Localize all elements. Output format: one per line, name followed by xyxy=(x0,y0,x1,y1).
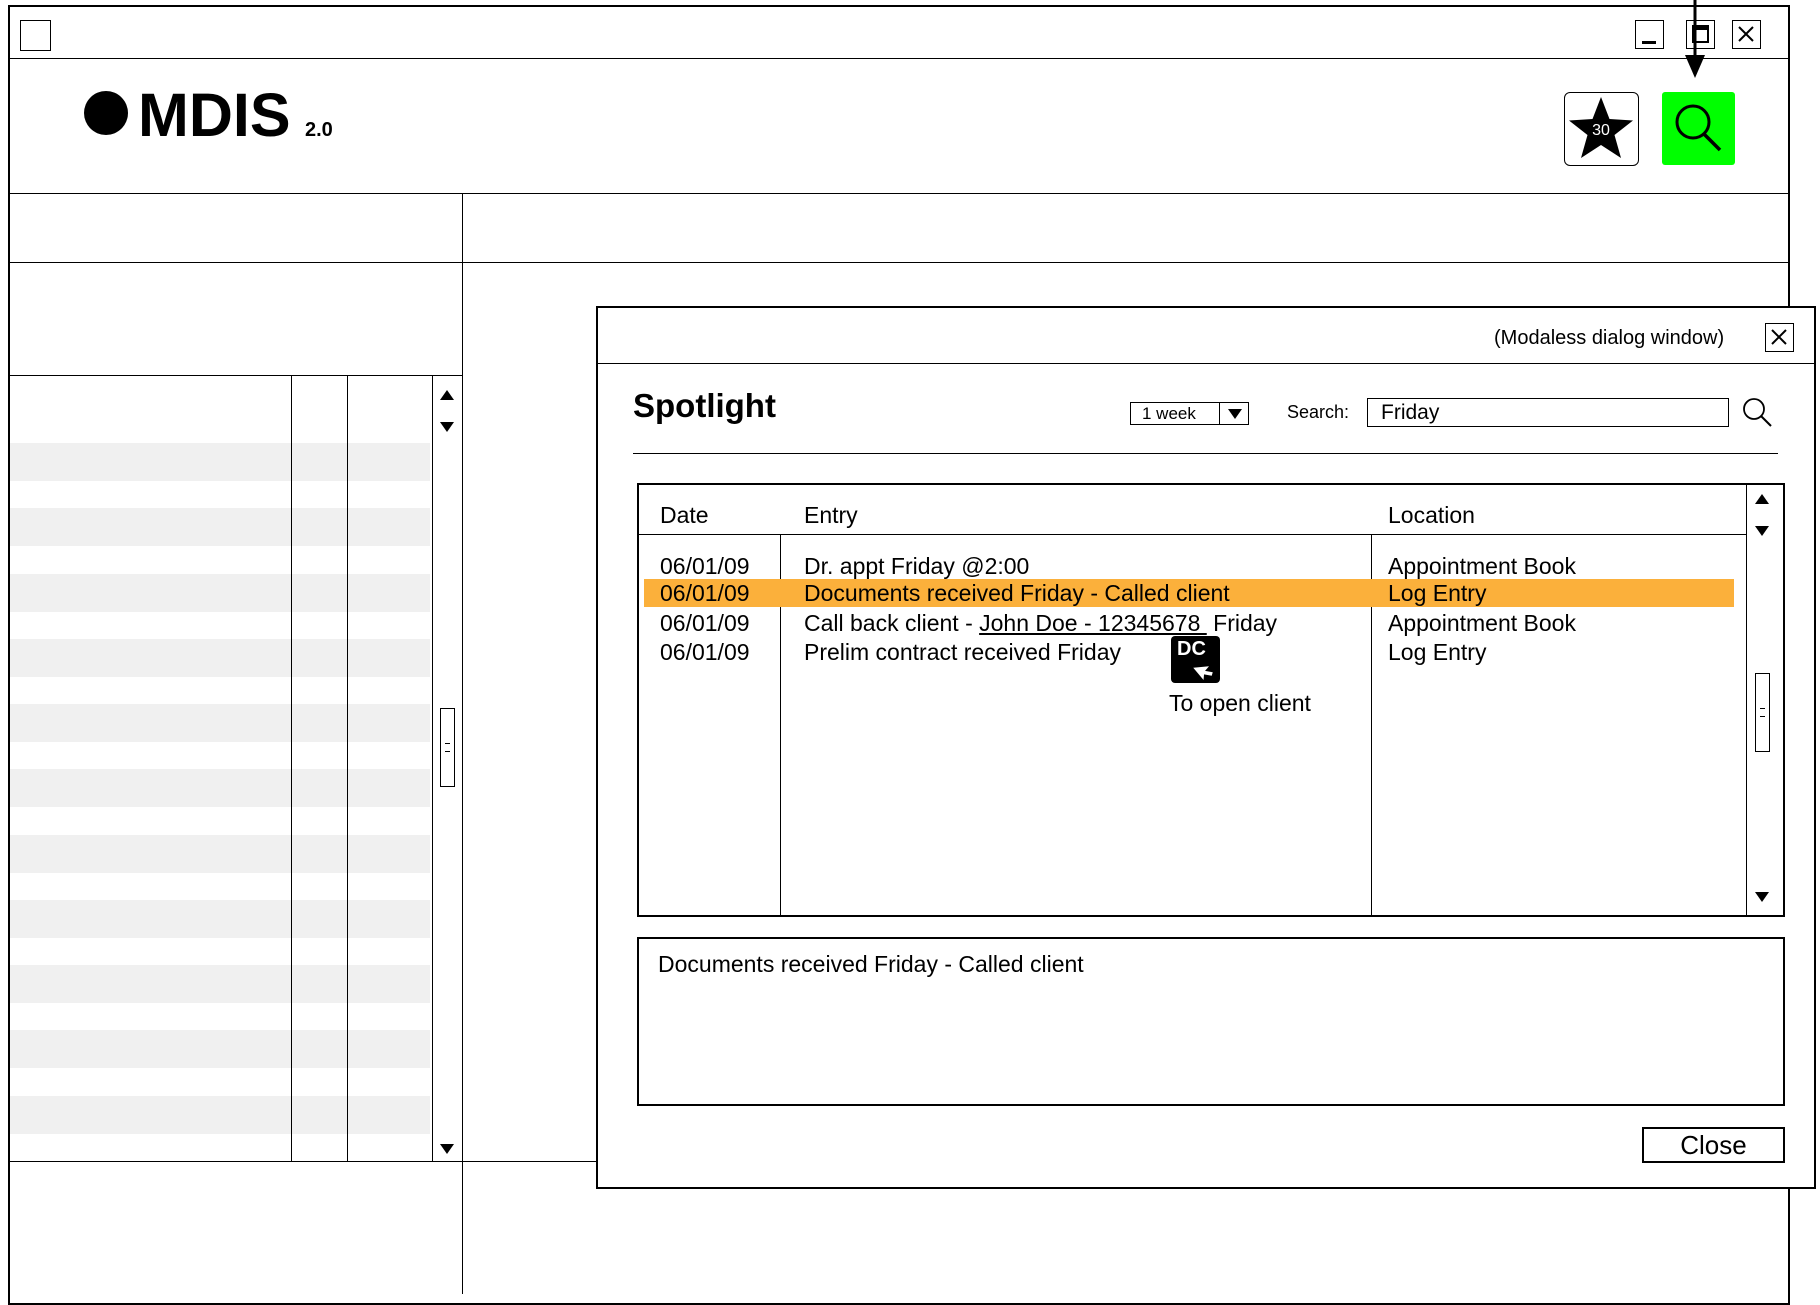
dialog-header-divider xyxy=(633,453,1778,454)
period-dropdown[interactable]: 1 week xyxy=(1130,402,1249,425)
search-icon[interactable] xyxy=(1741,396,1775,430)
table-scroll-down-arrow[interactable] xyxy=(1755,526,1769,536)
detail-text: Documents received Friday - Called clien… xyxy=(658,951,1084,977)
titlebar-divider xyxy=(9,58,1789,59)
close-icon xyxy=(1738,26,1754,42)
row-entry: Dr. appt Friday @2:00 xyxy=(804,553,1030,579)
grip-icon xyxy=(1760,708,1765,717)
table-row[interactable]: 06/01/09 Dr. appt Friday @2:00 Appointme… xyxy=(644,552,1744,580)
table-scrollbar-track xyxy=(1746,485,1747,915)
list-bottom-border xyxy=(9,1161,599,1162)
list-row[interactable] xyxy=(10,508,430,546)
logo-dot-icon xyxy=(84,91,128,135)
client-link[interactable]: John Doe - 12345678 xyxy=(979,610,1207,636)
dialog-title: Spotlight xyxy=(633,387,776,424)
left-pane-divider xyxy=(462,194,463,1294)
search-icon xyxy=(1675,104,1722,152)
double-click-cursor-icon: DC xyxy=(1171,636,1220,683)
close-button-label: Close xyxy=(1680,1130,1747,1160)
row-entry-prefix: Call back client - xyxy=(804,610,980,636)
list-row[interactable] xyxy=(10,1096,430,1134)
favorites-count: 30 xyxy=(1592,122,1610,139)
row-location: Log Entry xyxy=(1388,639,1487,665)
detail-panel: Documents received Friday - Called clien… xyxy=(637,937,1785,1106)
search-input[interactable]: Friday xyxy=(1367,398,1729,427)
list-scrollbar-track xyxy=(432,376,433,1162)
row-date: 06/01/09 xyxy=(660,580,750,606)
list-row[interactable] xyxy=(10,639,430,677)
dialog-close-x-button[interactable] xyxy=(1765,323,1794,352)
list-row[interactable] xyxy=(10,704,430,742)
table-scrollbar-thumb[interactable] xyxy=(1755,673,1770,752)
row-entry: Call back client - John Doe - 12345678 F… xyxy=(804,609,1277,637)
list-scrollbar-thumb[interactable] xyxy=(440,708,455,787)
table-scroll-bottom-arrow[interactable] xyxy=(1755,892,1769,902)
dialog-note: (Modaless dialog window) xyxy=(1494,327,1725,349)
list-row[interactable] xyxy=(10,574,430,612)
list-row[interactable] xyxy=(10,900,430,938)
row-entry: Prelim contract received Friday xyxy=(804,639,1121,665)
close-button[interactable]: Close xyxy=(1642,1127,1785,1163)
row-date: 06/01/09 xyxy=(660,639,750,665)
list-scroll-bottom-arrow[interactable] xyxy=(440,1144,454,1154)
favorites-button[interactable]: 30 xyxy=(1564,92,1639,166)
list-column-divider xyxy=(291,376,292,1162)
cursor-arrow-icon xyxy=(1193,666,1213,680)
close-icon xyxy=(1771,329,1787,345)
annotation-arrow xyxy=(1685,0,1705,78)
close-window-button[interactable] xyxy=(1732,20,1761,49)
row-entry: Documents received Friday - Called clien… xyxy=(804,580,1230,606)
search-label: Search: xyxy=(1287,402,1350,422)
column-header-location[interactable]: Location xyxy=(1388,502,1475,529)
dropdown-divider xyxy=(1219,403,1220,424)
list-scroll-up-arrow[interactable] xyxy=(440,390,454,400)
list-row[interactable] xyxy=(10,769,430,807)
grip-icon xyxy=(445,743,450,752)
row-date: 06/01/09 xyxy=(660,553,750,579)
row-location: Appointment Book xyxy=(1388,610,1576,636)
row-date: 06/01/09 xyxy=(660,610,750,636)
minimize-button[interactable] xyxy=(1635,20,1664,49)
toolbar-divider xyxy=(9,262,1789,263)
window-icon xyxy=(20,20,51,51)
minimize-icon xyxy=(1642,41,1656,44)
app-version: 2.0 xyxy=(305,119,333,141)
table-row-selected[interactable]: 06/01/09 Documents received Friday - Cal… xyxy=(644,579,1734,607)
chevron-down-icon xyxy=(1228,409,1242,419)
list-row[interactable] xyxy=(10,965,430,1003)
table-scroll-up-arrow[interactable] xyxy=(1755,494,1769,504)
dc-hint-text: To open client xyxy=(1169,690,1311,716)
column-header-entry[interactable]: Entry xyxy=(804,502,858,529)
search-input-value: Friday xyxy=(1381,401,1440,424)
period-dropdown-value: 1 week xyxy=(1142,404,1196,423)
row-entry-suffix: Friday xyxy=(1206,610,1278,636)
table-header-divider xyxy=(639,534,1747,535)
spotlight-search-button[interactable] xyxy=(1662,92,1735,165)
list-row[interactable] xyxy=(10,835,430,873)
list-top-border xyxy=(9,375,463,376)
column-header-date[interactable]: Date xyxy=(660,502,709,529)
header-divider xyxy=(9,193,1789,194)
list-scroll-down-arrow[interactable] xyxy=(440,422,454,432)
row-location: Appointment Book xyxy=(1388,553,1576,579)
app-name: MDIS xyxy=(138,81,291,149)
list-row[interactable] xyxy=(10,1030,430,1068)
list-row[interactable] xyxy=(10,443,430,481)
row-location: Log Entry xyxy=(1388,580,1487,606)
list-column-divider xyxy=(347,376,348,1162)
dialog-titlebar-divider xyxy=(598,363,1814,364)
table-row[interactable]: 06/01/09 Call back client - John Doe - 1… xyxy=(644,609,1744,637)
